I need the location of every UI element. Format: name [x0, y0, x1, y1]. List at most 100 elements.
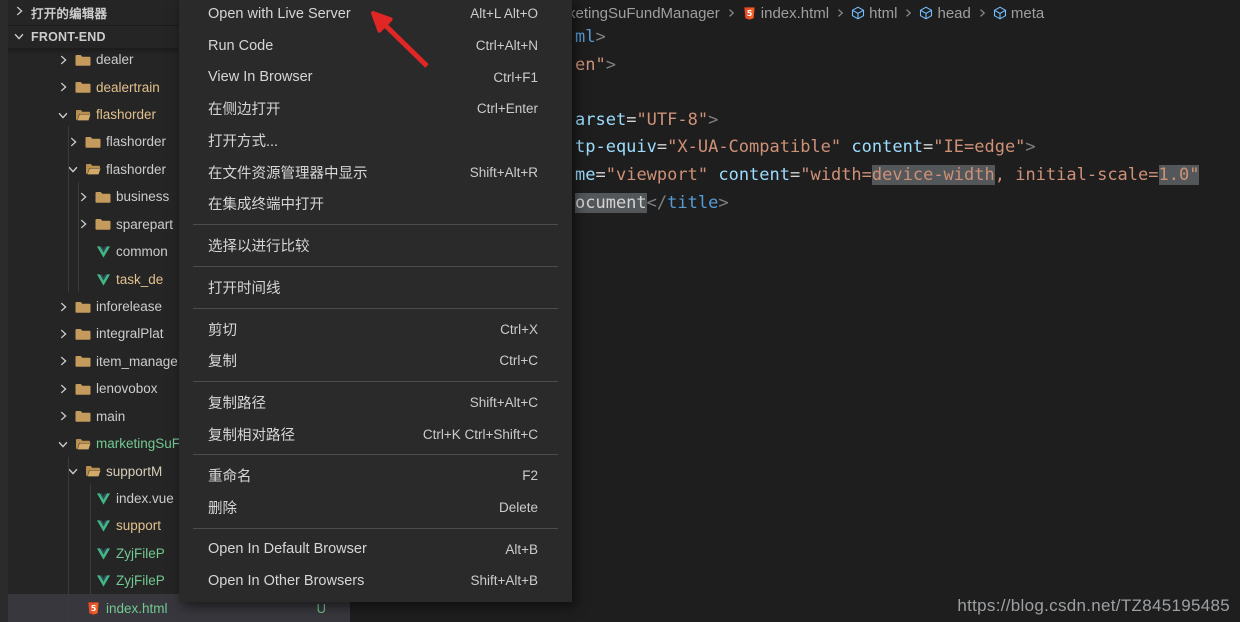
folder-open-icon	[73, 107, 93, 123]
workspace-label: FRONT-END	[31, 30, 106, 44]
chevron-right-icon	[53, 53, 73, 67]
context-menu: Open with Live ServerAlt+L Alt+ORun Code…	[179, 0, 572, 602]
breadcrumb-item-label: meta	[1011, 5, 1044, 22]
chevron-right-icon	[53, 354, 73, 368]
code-token: tp-equiv	[575, 137, 657, 157]
breadcrumb-separator-icon	[976, 7, 988, 19]
code-token: "X-UA-Compatible"	[667, 137, 841, 157]
tree-item-label: common	[116, 244, 168, 259]
menu-item-复制相对路径[interactable]: 复制相对路径Ctrl+K Ctrl+Shift+C	[179, 418, 572, 450]
menu-item-删除[interactable]: 删除Delete	[179, 492, 572, 524]
code-token: =	[657, 137, 667, 157]
menu-item-label: View In Browser	[208, 69, 313, 85]
chevron-down-icon	[63, 162, 83, 176]
menu-item-label: 打开方式...	[208, 130, 278, 151]
menu-item-打开方式-[interactable]: 打开方式...	[179, 125, 572, 157]
code-line: tp-equiv="X-UA-Compatible" content="IE=e…	[575, 134, 1199, 162]
breadcrumb-separator-icon	[834, 7, 846, 19]
code-token: >	[606, 55, 616, 75]
folder-icon	[73, 353, 93, 369]
chevron-right-icon	[12, 4, 26, 21]
tree-item-label: sparepart	[116, 217, 173, 232]
menu-item-在侧边打开[interactable]: 在侧边打开Ctrl+Enter	[179, 93, 572, 125]
breadcrumb-item-html[interactable]: html	[851, 5, 897, 22]
tree-item-label: lenovobox	[96, 381, 158, 396]
menu-item-view-in-browser[interactable]: View In Browser Ctrl+F1	[179, 61, 572, 93]
menu-item-选择以进行比较[interactable]: 选择以进行比较	[179, 230, 572, 262]
menu-item-重命名[interactable]: 重命名 F2	[179, 460, 572, 492]
menu-item-在文件资源管理器中显示[interactable]: 在文件资源管理器中显示Shift+Alt+R	[179, 156, 572, 188]
menu-item-label: Open In Other Browsers	[208, 573, 364, 589]
menu-separator	[193, 224, 558, 225]
folder-icon	[93, 216, 113, 232]
menu-item-label: 剪切	[208, 319, 237, 340]
activity-bar-edge	[0, 0, 8, 622]
menu-item-label: 复制	[208, 350, 237, 371]
tree-item-label: main	[96, 409, 125, 424]
menu-item-open-in-default-browser[interactable]: Open In Default BrowserAlt+B	[179, 533, 572, 565]
tree-item-label: integralPlat	[96, 326, 164, 341]
chevron-right-icon	[53, 382, 73, 396]
folder-icon	[73, 326, 93, 342]
menu-item-剪切[interactable]: 剪切Ctrl+X	[179, 313, 572, 345]
menu-item-open-in-other-browsers[interactable]: Open In Other BrowsersShift+Alt+B	[179, 565, 572, 597]
code-token: 1.0"	[1159, 165, 1200, 185]
menu-item-label: 重命名	[208, 465, 252, 486]
tree-item-label: support	[116, 518, 161, 533]
menu-item-shortcut: Ctrl+Enter	[477, 101, 538, 116]
code-token	[708, 165, 718, 185]
folder-icon	[73, 79, 93, 95]
folder-icon	[83, 134, 103, 150]
menu-item-shortcut: Alt+B	[505, 542, 538, 557]
menu-item-复制路径[interactable]: 复制路径Shift+Alt+C	[179, 387, 572, 419]
menu-item-shortcut: Ctrl+Alt+N	[476, 38, 538, 53]
code-token: content	[851, 137, 923, 157]
folder-icon	[73, 52, 93, 68]
menu-item-label: 复制相对路径	[208, 424, 295, 445]
chevron-down-icon	[53, 437, 73, 451]
breadcrumb-item-head[interactable]: head	[919, 5, 970, 22]
chevron-down-icon	[63, 464, 83, 478]
chevron-right-icon	[53, 327, 73, 341]
folder-icon	[93, 189, 113, 205]
folder-open-icon	[83, 161, 103, 177]
code-line: en">	[575, 52, 1199, 80]
menu-item-复制[interactable]: 复制 Ctrl+C	[179, 345, 572, 377]
menu-separator	[193, 454, 558, 455]
code-token: , initial-scale=	[995, 165, 1159, 185]
code-line: ocument</title>	[575, 190, 1199, 218]
menu-separator	[193, 266, 558, 267]
menu-item-open-with-live-server[interactable]: Open with Live ServerAlt+L Alt+O	[179, 0, 572, 30]
menu-item-shortcut: F2	[522, 468, 538, 483]
code-token: "viewport"	[606, 165, 708, 185]
tree-item-label: supportM	[106, 464, 162, 479]
html-icon: 5	[742, 6, 757, 21]
chevron-right-icon	[53, 409, 73, 423]
menu-item-在集成终端中打开[interactable]: 在集成终端中打开	[179, 188, 572, 220]
tree-item-label: business	[116, 189, 169, 204]
menu-item-shortcut: Shift+Alt+R	[470, 165, 538, 180]
menu-item-shortcut: Delete	[499, 500, 538, 515]
code-line: me="viewport" content="width=device-widt…	[575, 162, 1199, 190]
chevron-right-icon	[53, 80, 73, 94]
indent-guide	[90, 484, 91, 595]
cube-icon	[851, 6, 865, 20]
menu-item-shortcut: Ctrl+C	[499, 353, 538, 368]
html-icon: 5	[83, 601, 103, 616]
code-token: >	[1025, 137, 1035, 157]
code-line: ml>	[575, 24, 1199, 52]
breadcrumb-item-label: head	[937, 5, 970, 22]
breadcrumb-item-meta[interactable]: meta	[993, 5, 1044, 22]
menu-item-打开时间线[interactable]: 打开时间线	[179, 272, 572, 304]
vue-icon	[93, 546, 113, 561]
menu-item-run-code[interactable]: Run CodeCtrl+Alt+N	[179, 30, 572, 62]
svg-text:5: 5	[90, 604, 96, 613]
menu-item-shortcut: Ctrl+F1	[493, 70, 538, 85]
chevron-down-icon	[53, 108, 73, 122]
code-token: =	[595, 165, 605, 185]
breadcrumb-item-rketingsufundmanager[interactable]: rketingSuFundManager	[563, 5, 720, 22]
tree-item-label: index.vue	[116, 491, 174, 506]
breadcrumb-separator-icon	[725, 7, 737, 19]
breadcrumb-item-index-html[interactable]: 5index.html	[742, 5, 829, 22]
folder-icon	[73, 408, 93, 424]
